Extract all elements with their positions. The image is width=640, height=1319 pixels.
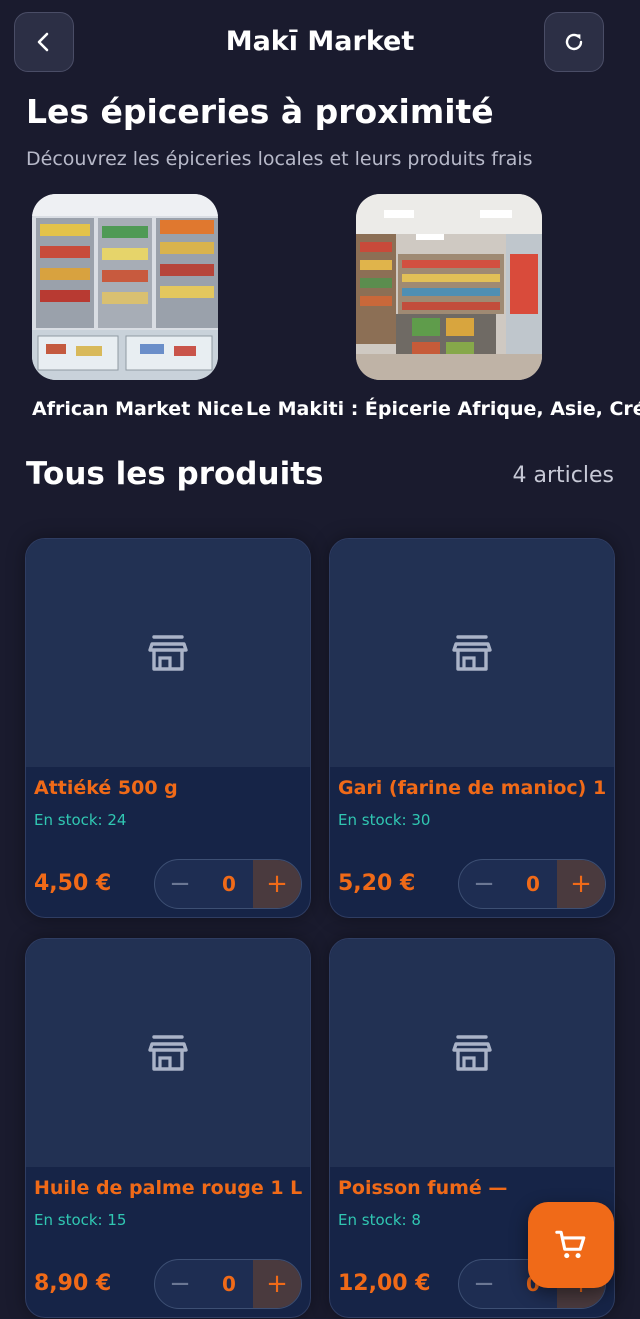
stores-carousel[interactable]: African Market Nice Le Makiti: Épicerie… [26,194,640,434]
store-name: African Market Nice [32,398,244,420]
product-stock: En stock: 24 [34,811,127,829]
product-stock: En stock: 8 [338,1211,421,1229]
product-price: 5,20 € [338,871,416,896]
product-price: 12,00 € [338,1271,431,1296]
decrease-button[interactable]: − [155,860,205,908]
quantity-stepper: − 0 + [458,859,606,909]
app-title: Makī Market [225,26,415,57]
product-name: Attiéké 500 g [34,777,178,799]
store-photo [356,194,542,380]
product-price: 4,50 € [34,871,112,896]
product-name: Gari (farine de manioc) 1 [338,777,607,799]
decrease-button[interactable]: − [155,1260,205,1308]
nearby-title: Les épiceries à proximité [26,92,494,131]
decrease-button[interactable]: − [459,1260,509,1308]
cart-button[interactable] [528,1202,614,1288]
product-stock: En stock: 30 [338,811,431,829]
product-stock: En stock: 15 [34,1211,127,1229]
store-name: Le Makiti : Épicerie Afrique, Asie, Créo… [246,398,640,420]
store-icon [452,635,492,671]
store-icon [148,635,188,671]
product-name: Huile de palme rouge 1 L [34,1177,303,1199]
increase-button[interactable]: + [253,860,301,908]
store-icon [148,1035,188,1071]
store-icon [452,1035,492,1071]
quantity-value: 0 [526,872,540,896]
product-image-placeholder [330,939,614,1167]
cart-icon [555,1230,586,1259]
product-name: Poisson fumé — [338,1177,508,1199]
quantity-value: 0 [222,1272,236,1296]
product-image-placeholder [26,939,310,1167]
nearby-subtitle: Découvrez les épiceries locales et leurs… [26,148,533,170]
product-card[interactable]: Huile de palme rouge 1 L En stock: 15 8,… [25,938,311,1318]
refresh-icon [565,33,583,51]
products-count: 4 articles [512,463,614,488]
products-title: Tous les produits [26,456,324,492]
store-photo [32,194,218,380]
increase-button[interactable]: + [253,1260,301,1308]
refresh-button[interactable] [544,12,604,72]
product-image-placeholder [26,539,310,767]
product-image-placeholder [330,539,614,767]
product-card[interactable]: Gari (farine de manioc) 1 En stock: 30 5… [329,538,615,918]
app-root: Makī Market Les épiceries à proximité Dé… [0,0,640,1319]
increase-button[interactable]: + [557,860,605,908]
product-card[interactable]: Attiéké 500 g En stock: 24 4,50 € − 0 + [25,538,311,918]
quantity-value: 0 [222,872,236,896]
decrease-button[interactable]: − [459,860,509,908]
quantity-stepper: − 0 + [154,1259,302,1309]
top-bar: Makī Market [14,12,604,72]
quantity-stepper: − 0 + [154,859,302,909]
product-price: 8,90 € [34,1271,112,1296]
